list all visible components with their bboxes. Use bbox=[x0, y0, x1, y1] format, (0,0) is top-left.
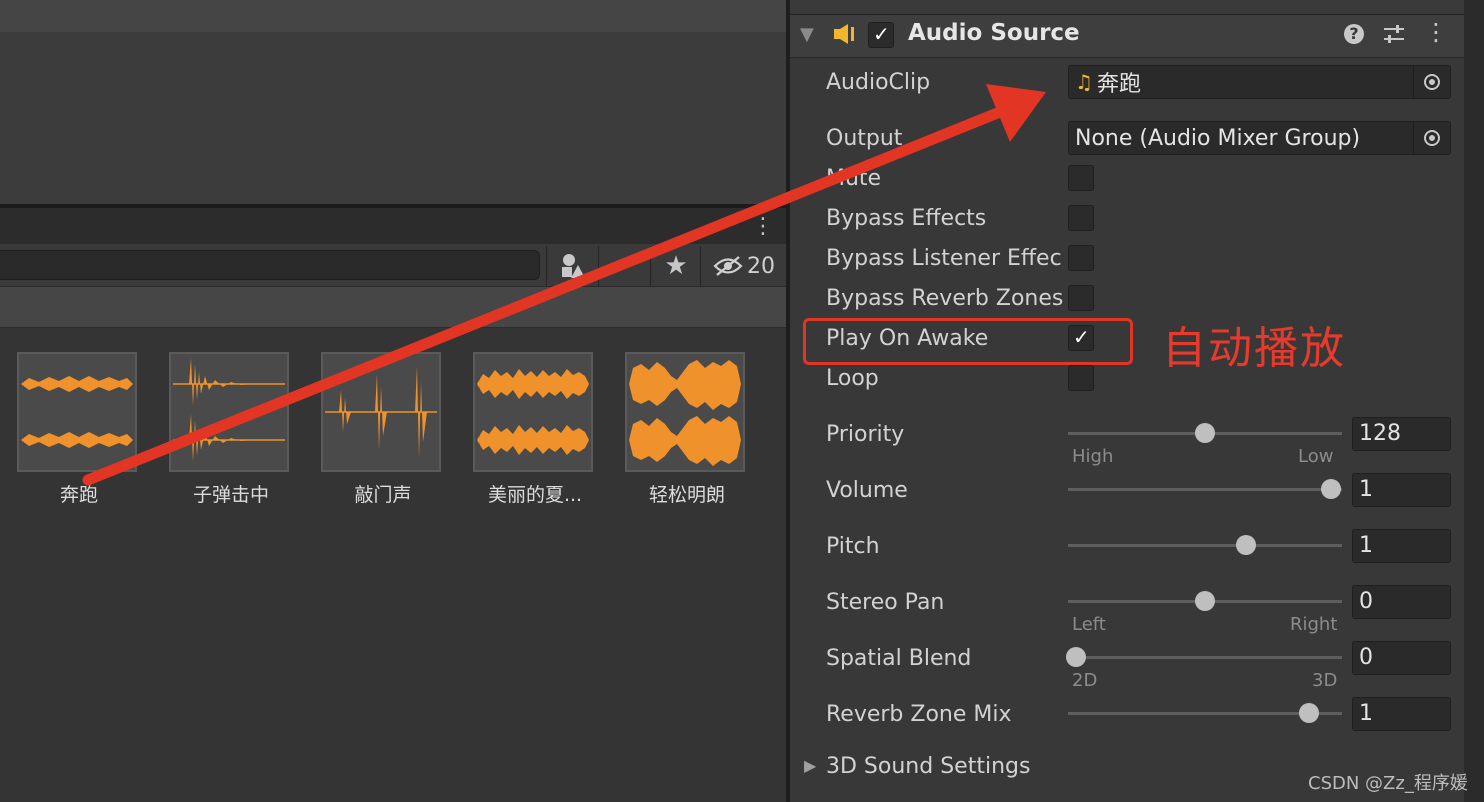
watermark: CSDN @Zz_程序媛 bbox=[1308, 773, 1468, 794]
annotation-arrow bbox=[82, 84, 1046, 486]
